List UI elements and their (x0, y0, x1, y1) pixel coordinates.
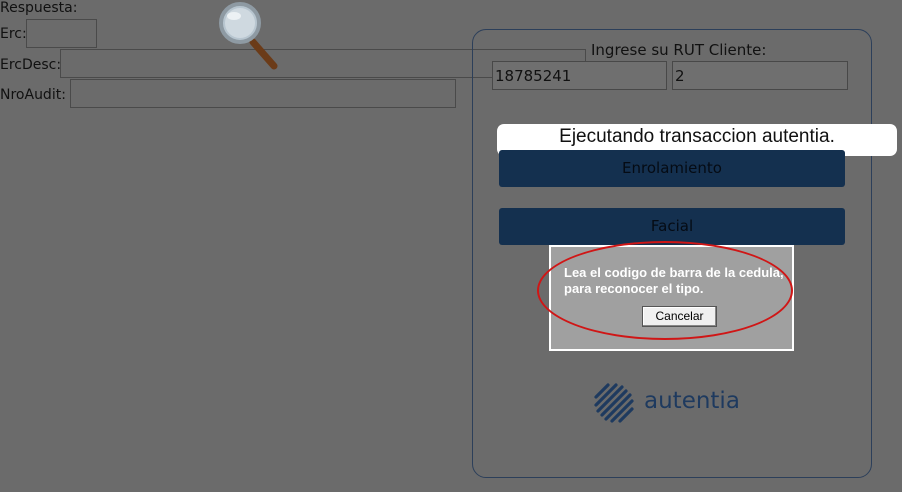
ercdesc-label: ErcDesc: (0, 57, 62, 73)
dialog-message: Lea el codigo de barra de la cedula, par… (564, 265, 784, 296)
barcode-dialog: Lea el codigo de barra de la cedula, par… (549, 245, 794, 351)
nroaudit-label: NroAudit: (0, 87, 66, 103)
autentia-logo-text: autentia (644, 388, 740, 414)
magnifier-icon (219, 2, 278, 70)
rut-input[interactable]: 18785241 (492, 61, 667, 90)
autentia-logo-icon (594, 383, 634, 423)
nroaudit-field[interactable] (70, 79, 456, 108)
enrolamiento-button[interactable]: Enrolamiento (499, 150, 845, 187)
cancel-button[interactable]: Cancelar (642, 306, 717, 327)
facial-button[interactable]: Facial (499, 208, 845, 245)
erc-field[interactable] (26, 19, 97, 48)
rut-label: Ingrese su RUT Cliente: (591, 41, 767, 59)
erc-label: Erc: (0, 26, 27, 42)
respuesta-label: Respuesta: (0, 0, 78, 16)
dv-input[interactable]: 2 (672, 61, 848, 90)
